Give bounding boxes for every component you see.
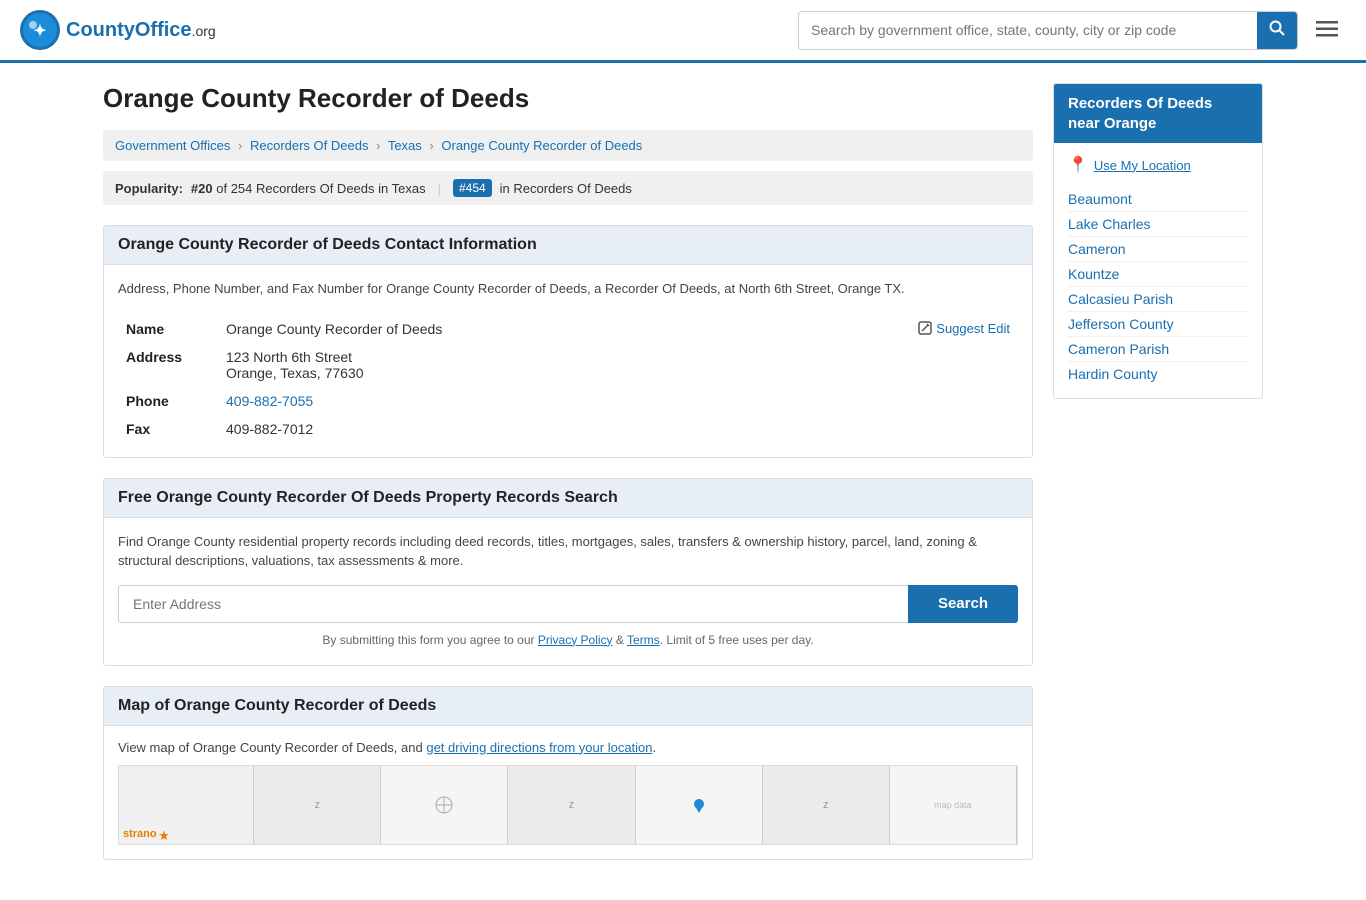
strano-icon	[159, 830, 169, 840]
map-icon	[435, 796, 453, 814]
search-icon	[1269, 20, 1285, 36]
logo-suffix: .org	[192, 23, 216, 39]
sidebar-box: Recorders Of Deeds near Orange 📍 Use My …	[1053, 83, 1263, 399]
fax-label: Fax	[118, 415, 218, 443]
breadcrumb-recorders[interactable]: Recorders Of Deeds	[250, 138, 369, 153]
sidebar: Recorders Of Deeds near Orange 📍 Use My …	[1053, 83, 1263, 880]
sidebar-item-beaumont[interactable]: Beaumont	[1068, 187, 1248, 212]
directions-link[interactable]: get driving directions from your locatio…	[426, 740, 652, 755]
sidebar-item-hardin-county[interactable]: Hardin County	[1068, 362, 1248, 386]
map-cell	[636, 766, 763, 844]
sidebar-item-kountze[interactable]: Kountze	[1068, 262, 1248, 287]
breadcrumb-current[interactable]: Orange County Recorder of Deeds	[441, 138, 642, 153]
form-disclaimer: By submitting this form you agree to our…	[118, 633, 1018, 647]
address-label: Address	[118, 343, 218, 387]
sidebar-box-body: 📍 Use My Location Beaumont Lake Charles …	[1054, 143, 1262, 398]
property-search-header: Free Orange County Recorder Of Deeds Pro…	[104, 479, 1032, 518]
global-search-button[interactable]	[1257, 12, 1297, 49]
site-header: ✦ CountyOffice.org	[0, 0, 1366, 63]
popularity-label: Popularity:	[115, 181, 183, 196]
global-search-input[interactable]	[799, 14, 1257, 46]
suggest-edit-cell: Suggest Edit	[765, 315, 1018, 443]
contact-section-header: Orange County Recorder of Deeds Contact …	[104, 226, 1032, 265]
sidebar-item-jefferson-county[interactable]: Jefferson County	[1068, 312, 1248, 337]
address-form: Search	[118, 585, 1018, 623]
address-input[interactable]	[118, 585, 908, 623]
national-label: in Recorders Of Deeds	[500, 181, 632, 196]
contact-section: Orange County Recorder of Deeds Contact …	[103, 225, 1033, 458]
logo-icon: ✦	[20, 10, 60, 50]
sidebar-box-header: Recorders Of Deeds near Orange	[1054, 84, 1262, 143]
use-my-location-row: 📍 Use My Location	[1068, 155, 1248, 175]
phone-label: Phone	[118, 387, 218, 415]
hamburger-icon	[1316, 21, 1338, 37]
map-cell: map data	[890, 766, 1017, 844]
map-description: View map of Orange County Recorder of De…	[118, 740, 1018, 755]
header-right	[798, 11, 1346, 50]
use-my-location-link[interactable]: Use My Location	[1094, 158, 1191, 173]
location-pin-icon: 📍	[1068, 155, 1088, 175]
global-search-bar	[798, 11, 1298, 50]
map-marker-icon	[691, 797, 707, 813]
logo-text: CountyOffice	[66, 19, 192, 41]
map-cell: z	[508, 766, 635, 844]
map-section: Map of Orange County Recorder of Deeds V…	[103, 686, 1033, 860]
property-search-section: Free Orange County Recorder Of Deeds Pro…	[103, 478, 1033, 666]
map-cell: z	[254, 766, 381, 844]
sidebar-item-cameron[interactable]: Cameron	[1068, 237, 1248, 262]
property-search-body: Find Orange County residential property …	[104, 518, 1032, 665]
suggest-edit-link[interactable]: Suggest Edit	[773, 321, 1010, 336]
name-value: Orange County Recorder of Deeds	[218, 315, 765, 343]
edit-icon	[918, 321, 932, 335]
contact-section-body: Address, Phone Number, and Fax Number fo…	[104, 265, 1032, 457]
logo[interactable]: ✦ CountyOffice.org	[20, 10, 216, 50]
sidebar-item-lake-charles[interactable]: Lake Charles	[1068, 212, 1248, 237]
popularity-rank: #20 of 254 Recorders Of Deeds in Texas	[191, 181, 426, 196]
property-search-description: Find Orange County residential property …	[118, 532, 1018, 571]
map-section-header: Map of Orange County Recorder of Deeds	[104, 687, 1032, 726]
phone-value: 409-882-7055	[218, 387, 765, 415]
address-value: 123 North 6th Street Orange, Texas, 7763…	[218, 343, 765, 387]
menu-button[interactable]	[1308, 13, 1346, 47]
map-strano: strano	[119, 766, 254, 844]
map-cell	[381, 766, 508, 844]
privacy-policy-link[interactable]: Privacy Policy	[538, 633, 613, 647]
map-section-body: View map of Orange County Recorder of De…	[104, 726, 1032, 859]
search-button[interactable]: Search	[908, 585, 1018, 623]
map-cell: z	[763, 766, 890, 844]
contact-description: Address, Phone Number, and Fax Number fo…	[118, 279, 1018, 299]
page-title: Orange County Recorder of Deeds	[103, 83, 1033, 114]
main-wrapper: Orange County Recorder of Deeds Governme…	[83, 63, 1283, 900]
sidebar-item-cameron-parish[interactable]: Cameron Parish	[1068, 337, 1248, 362]
content-area: Orange County Recorder of Deeds Governme…	[103, 83, 1033, 880]
terms-link[interactable]: Terms	[627, 633, 660, 647]
name-label: Name	[118, 315, 218, 343]
breadcrumb-gov-offices[interactable]: Government Offices	[115, 138, 230, 153]
national-badge: #454	[453, 179, 492, 197]
phone-link[interactable]: 409-882-7055	[226, 393, 313, 409]
popularity-bar: Popularity: #20 of 254 Recorders Of Deed…	[103, 171, 1033, 205]
breadcrumb: Government Offices › Recorders Of Deeds …	[103, 130, 1033, 161]
map-placeholder: strano z	[118, 765, 1018, 845]
fax-value: 409-882-7012	[218, 415, 765, 443]
breadcrumb-texas[interactable]: Texas	[388, 138, 422, 153]
table-row: Name Orange County Recorder of Deeds	[118, 315, 1018, 343]
sidebar-item-calcasieu-parish[interactable]: Calcasieu Parish	[1068, 287, 1248, 312]
contact-info-table: Name Orange County Recorder of Deeds	[118, 315, 1018, 443]
